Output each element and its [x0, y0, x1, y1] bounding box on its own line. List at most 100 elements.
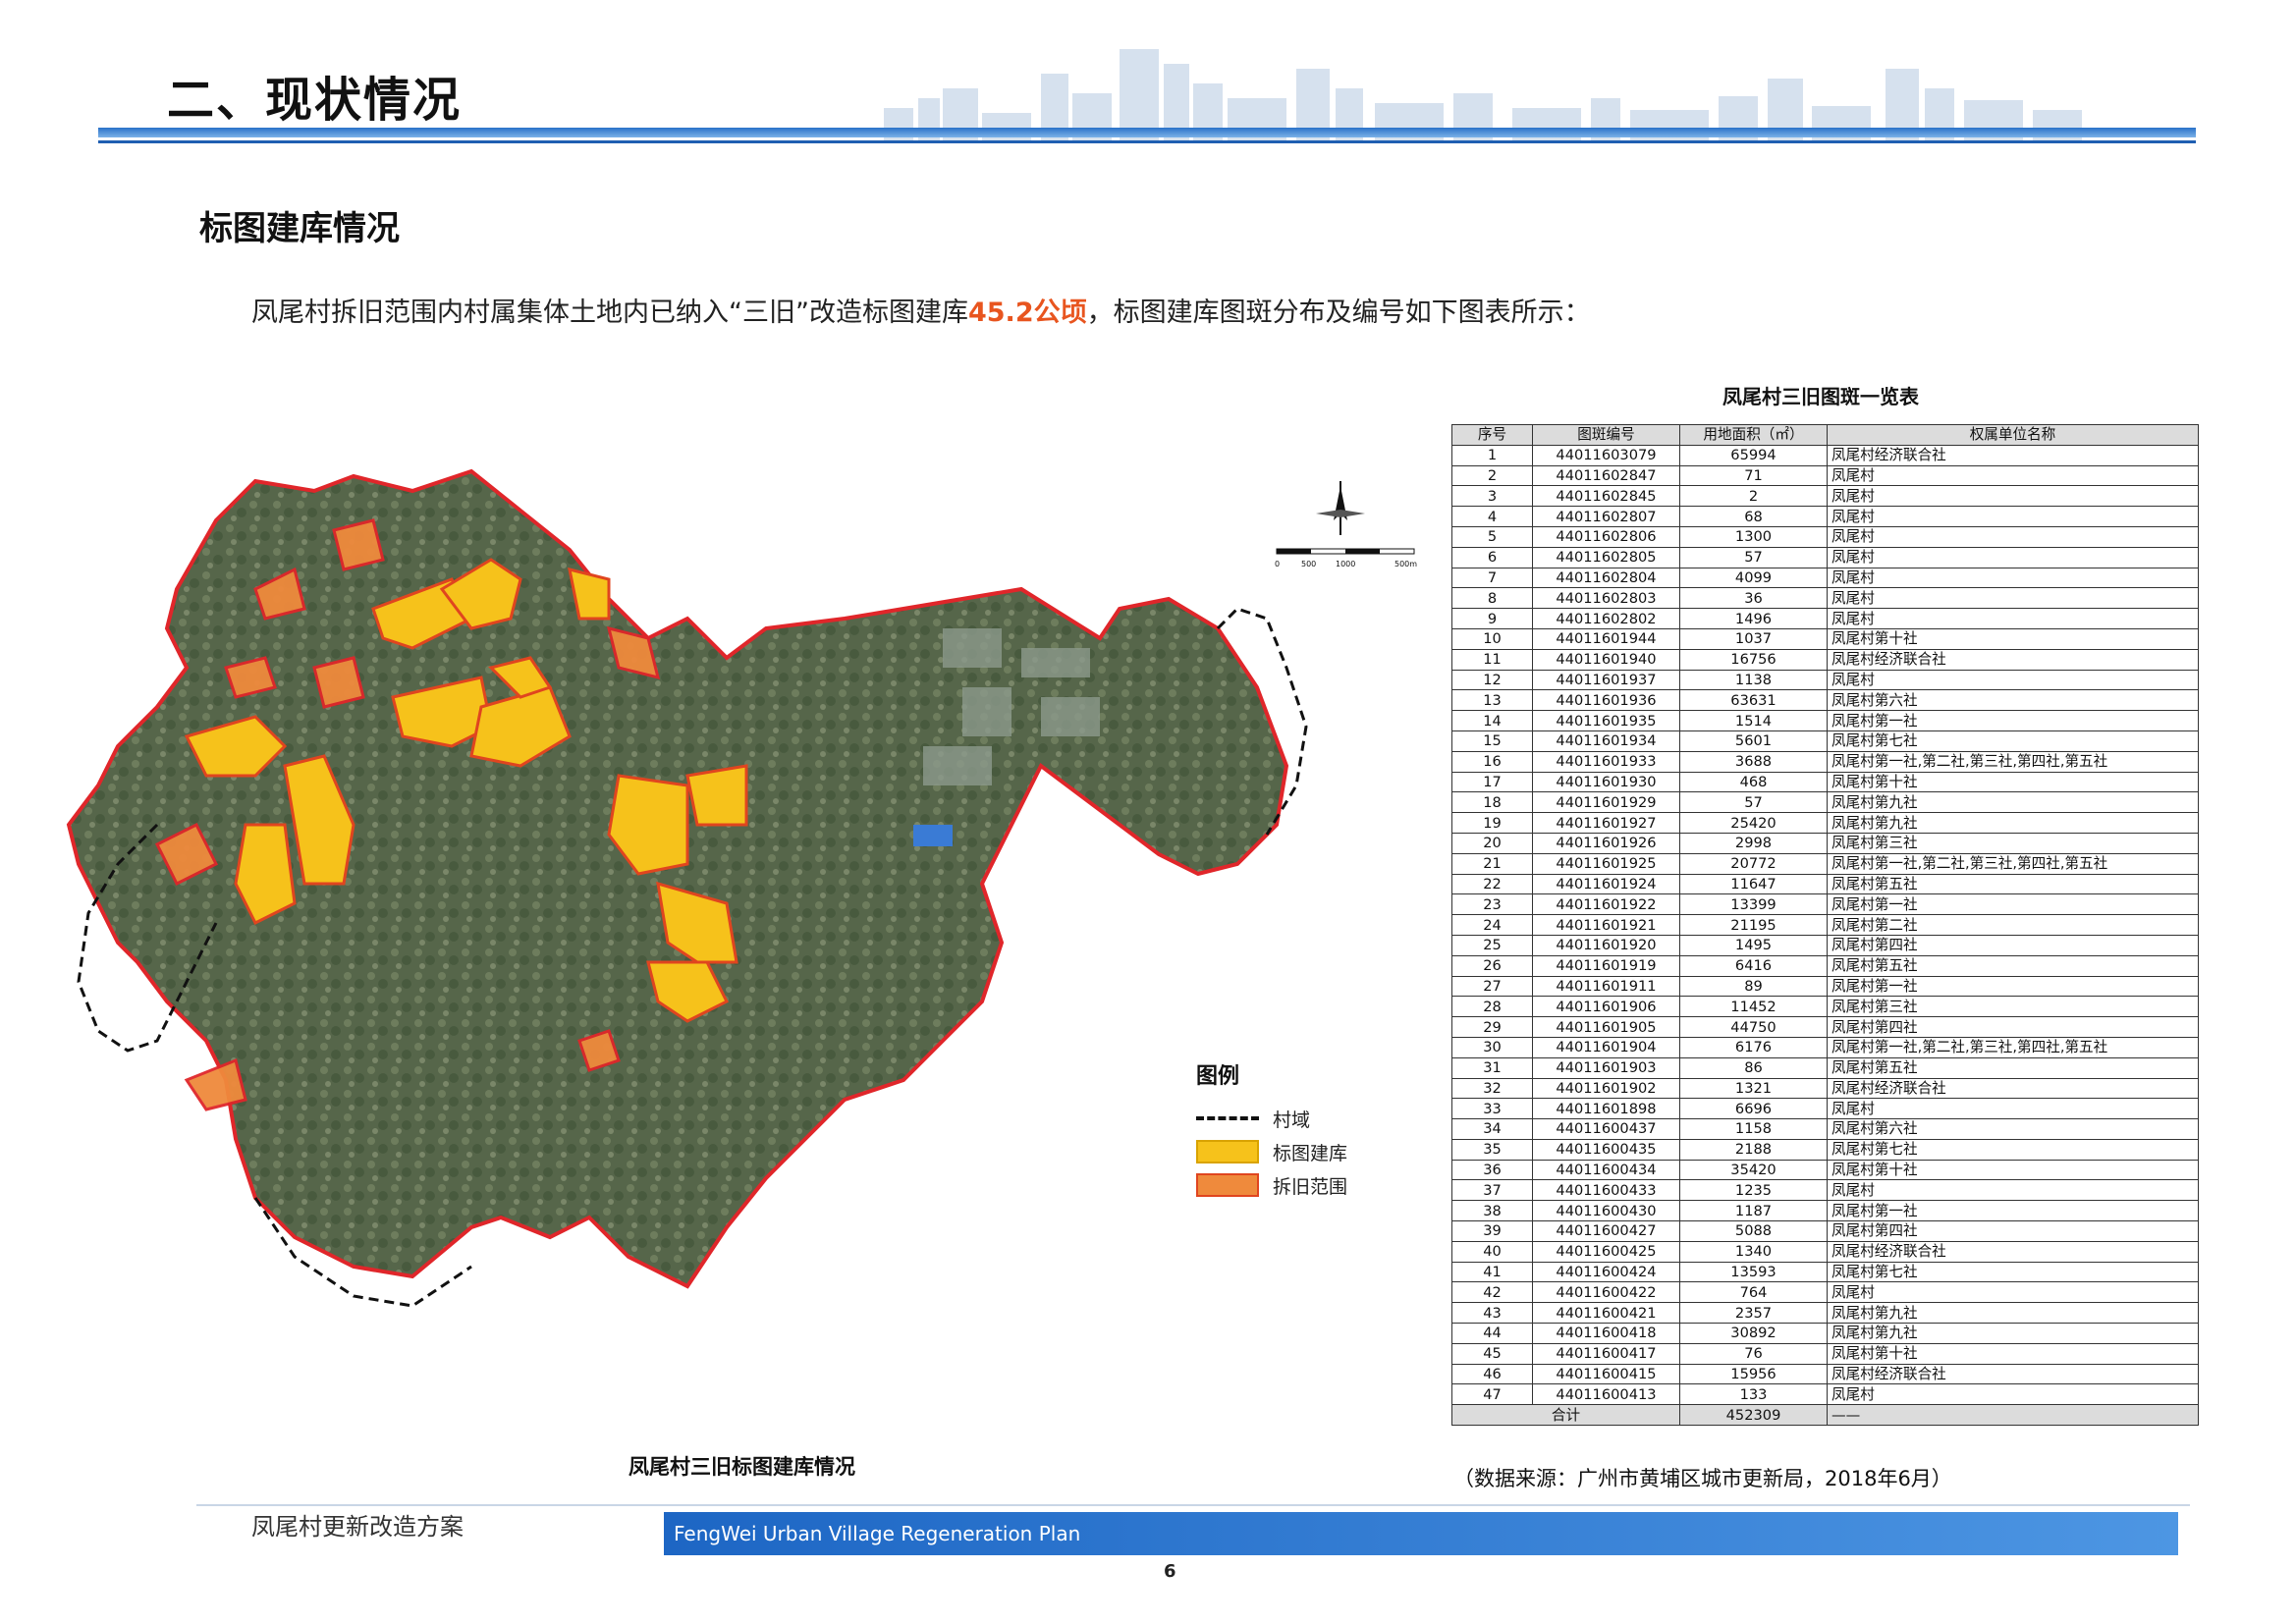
cell-area: 25420: [1679, 812, 1828, 834]
cell-area: 35420: [1679, 1159, 1828, 1181]
cell-parcel-id: 44011602805: [1532, 546, 1680, 568]
cell-area: 11647: [1679, 873, 1828, 895]
cell-parcel-id: 44011601924: [1532, 873, 1680, 895]
table-row: 28 44011601906 11452 凤尾村第三社: [1451, 996, 2199, 1018]
cell-parcel-id: 44011601905: [1532, 1016, 1680, 1038]
table-title: 凤尾村三旧图斑一览表: [1722, 385, 1919, 408]
cell-parcel-id: 44011601902: [1532, 1077, 1680, 1100]
cell-index: 10: [1451, 627, 1533, 650]
cell-area: 57: [1679, 546, 1828, 568]
cell-owner: 凤尾村第五社: [1827, 1056, 2199, 1079]
cell-area: 1340: [1679, 1240, 1828, 1263]
cell-owner: 凤尾村: [1827, 1098, 2199, 1120]
cell-parcel-id: 44011603079: [1532, 444, 1680, 466]
header-parcel-id: 图斑编号: [1532, 424, 1680, 446]
cell-area: 16756: [1679, 648, 1828, 671]
cell-area: 1037: [1679, 627, 1828, 650]
table-row: 2 44011602847 71 凤尾村: [1451, 464, 2199, 487]
legend-title: 图例: [1196, 1064, 1240, 1089]
data-source-note: （数据来源：广州市黄埔区城市更新局，2018年6月）: [1453, 1467, 1952, 1490]
cell-parcel-id: 44011600437: [1532, 1118, 1680, 1140]
cell-owner: 凤尾村经济联合社: [1827, 1077, 2199, 1100]
cell-index: 17: [1451, 771, 1533, 793]
table-row: 44 44011600418 30892 凤尾村第九社: [1451, 1323, 2199, 1344]
cell-owner: 凤尾村第一社,第二社,第三社,第四社,第五社: [1827, 1036, 2199, 1058]
total-label: 合计: [1451, 1404, 1680, 1427]
table-row: 12 44011601937 1138 凤尾村: [1451, 669, 2199, 691]
cell-index: 13: [1451, 689, 1533, 712]
table-row: 36 44011600434 35420 凤尾村第十社: [1451, 1159, 2199, 1181]
cell-area: 6416: [1679, 954, 1828, 977]
cell-parcel-id: 44011602804: [1532, 567, 1680, 589]
cell-area: 44750: [1679, 1016, 1828, 1038]
cell-owner: 凤尾村第三社: [1827, 996, 2199, 1018]
cell-area: 68: [1679, 506, 1828, 527]
cell-index: 43: [1451, 1302, 1533, 1325]
cell-index: 20: [1451, 832, 1533, 854]
cell-owner: 凤尾村经济联合社: [1827, 1363, 2199, 1385]
table-row: 24 44011601921 21195 凤尾村第二社: [1451, 914, 2199, 936]
cell-area: 3688: [1679, 750, 1828, 773]
cell-owner: 凤尾村: [1827, 546, 2199, 568]
cell-index: 42: [1451, 1281, 1533, 1304]
table-row: 27 44011601911 89 凤尾村第一社: [1451, 975, 2199, 998]
cell-index: 23: [1451, 893, 1533, 916]
cell-index: 39: [1451, 1220, 1533, 1242]
cell-parcel-id: 44011601944: [1532, 627, 1680, 650]
cell-index: 35: [1451, 1138, 1533, 1161]
table-total-row: 合计 452309 ——: [1451, 1404, 2199, 1427]
cell-parcel-id: 44011601934: [1532, 730, 1680, 752]
table-row: 8 44011602803 36 凤尾村: [1451, 587, 2199, 610]
cell-index: 15: [1451, 730, 1533, 752]
table-row: 37 44011600433 1235 凤尾村: [1451, 1179, 2199, 1202]
cell-area: 15956: [1679, 1363, 1828, 1385]
scale-tick-1: 500: [1301, 560, 1316, 568]
cell-area: 1321: [1679, 1077, 1828, 1100]
cell-index: 44: [1451, 1323, 1533, 1344]
footer-english-title: FengWei Urban Village Regeneration Plan: [674, 1522, 1081, 1545]
cell-area: 133: [1679, 1383, 1828, 1406]
table-row: 34 44011600437 1158 凤尾村第六社: [1451, 1118, 2199, 1140]
cell-owner: 凤尾村第七社: [1827, 1261, 2199, 1283]
cell-owner: 凤尾村第九社: [1827, 812, 2199, 834]
cell-area: 13593: [1679, 1261, 1828, 1283]
cell-index: 32: [1451, 1077, 1533, 1100]
header-divider: [98, 140, 2196, 143]
cell-index: 19: [1451, 812, 1533, 834]
cell-parcel-id: 44011601919: [1532, 954, 1680, 977]
cell-area: 71: [1679, 464, 1828, 487]
table-row: 30 44011601904 6176 凤尾村第一社,第二社,第三社,第四社,第五社: [1451, 1036, 2199, 1058]
cell-parcel-id: 44011600434: [1532, 1159, 1680, 1181]
cell-owner: 凤尾村第五社: [1827, 954, 2199, 977]
cell-area: 468: [1679, 771, 1828, 793]
table-row: 22 44011601924 11647 凤尾村第五社: [1451, 873, 2199, 895]
intro-highlight-area: 45.2公顷: [967, 298, 1087, 328]
cell-index: 12: [1451, 669, 1533, 691]
cell-index: 11: [1451, 648, 1533, 671]
cell-area: 57: [1679, 791, 1828, 814]
cell-index: 2: [1451, 464, 1533, 487]
cell-index: 16: [1451, 750, 1533, 773]
cell-parcel-id: 44011600430: [1532, 1200, 1680, 1222]
cell-index: 37: [1451, 1179, 1533, 1202]
cell-area: 63631: [1679, 689, 1828, 712]
table-row: 43 44011600421 2357 凤尾村第九社: [1451, 1302, 2199, 1325]
table-row: 11 44011601940 16756 凤尾村经济联合社: [1451, 648, 2199, 671]
cell-index: 30: [1451, 1036, 1533, 1058]
cell-parcel-id: 44011601903: [1532, 1056, 1680, 1079]
cell-area: 6176: [1679, 1036, 1828, 1058]
table-row: 35 44011600435 2188 凤尾村第七社: [1451, 1138, 2199, 1161]
cell-area: 1495: [1679, 934, 1828, 956]
legend-item-chaijiu: 拆旧范围: [1196, 1170, 1393, 1200]
table-row: 33 44011601898 6696 凤尾村: [1451, 1098, 2199, 1120]
cell-index: 31: [1451, 1056, 1533, 1079]
header-bar: [98, 128, 2196, 137]
intro-text-before: 凤尾村拆旧范围内村属集体土地内已纳入“三旧”改造标图建库: [251, 298, 968, 328]
cell-parcel-id: 44011601920: [1532, 934, 1680, 956]
table-row: 17 44011601930 468 凤尾村第十社: [1451, 771, 2199, 793]
legend-swatch-biaotu: [1196, 1140, 1259, 1163]
cell-area: 20772: [1679, 852, 1828, 875]
cell-parcel-id: 44011601929: [1532, 791, 1680, 814]
intro-paragraph: 凤尾村拆旧范围内村属集体土地内已纳入“三旧”改造标图建库45.2公顷，标图建库图…: [251, 291, 1591, 329]
cell-parcel-id: 44011600427: [1532, 1220, 1680, 1242]
